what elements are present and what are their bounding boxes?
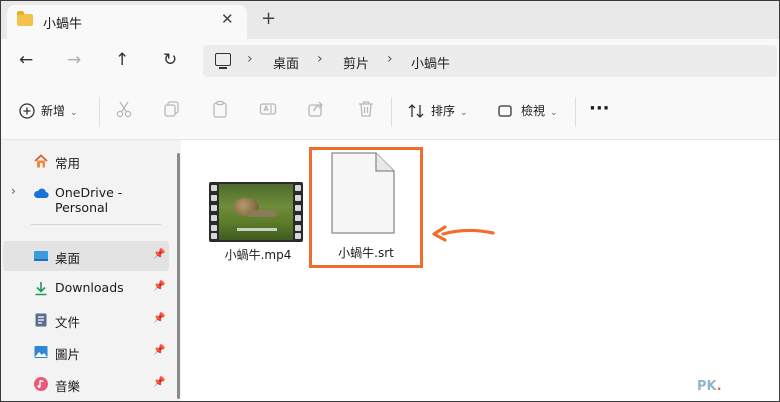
subtitle-file-name[interactable]: 小蝸牛.srt <box>321 244 411 261</box>
sidebar-item-onedrive[interactable]: › OneDrive - Personal <box>1 178 169 215</box>
sidebar-item-label: 文件 <box>55 315 81 330</box>
new-tab-button[interactable]: + <box>261 8 276 29</box>
sort-label: 排序 <box>431 104 456 118</box>
expand-chevron-icon[interactable]: › <box>11 184 16 198</box>
sidebar-scrollbar[interactable] <box>177 153 180 399</box>
copy-icon[interactable] <box>163 100 181 118</box>
desktop-icon <box>34 251 48 261</box>
sidebar-item-label: 音樂 <box>55 379 81 394</box>
view-icon <box>498 105 512 117</box>
navigation-bar: ← → ↑ ↻ › 桌面 › 剪片 › 小蝸牛 <box>1 39 779 83</box>
file-list: 小蝸牛.mp4 小蝸牛.srt <box>181 140 779 401</box>
video-thumbnail <box>209 182 303 242</box>
sidebar-item-label: Downloads <box>55 280 124 295</box>
sidebar-item-home[interactable]: 常用 <box>1 146 169 176</box>
image-icon <box>34 346 48 358</box>
pin-icon[interactable]: 📌 <box>153 345 165 356</box>
tab-current[interactable]: 小蝸牛 ✕ <box>7 5 247 39</box>
breadcrumb-item[interactable]: 小蝸牛 <box>411 53 450 72</box>
watermark-dot: . <box>716 379 722 394</box>
sidebar-item-pictures[interactable]: 圖片 📌 <box>1 337 169 367</box>
cut-icon[interactable] <box>115 100 133 118</box>
chevron-down-icon: ⌄ <box>550 108 558 118</box>
sidebar-item-label: 圖片 <box>55 347 81 362</box>
music-icon <box>34 377 48 391</box>
computer-icon <box>215 53 231 69</box>
rename-icon[interactable] <box>259 100 277 118</box>
more-options-button[interactable]: ··· <box>589 98 610 119</box>
video-file-name[interactable]: 小蝸牛.mp4 <box>199 246 317 263</box>
sidebar-item-desktop[interactable]: 桌面 📌 <box>3 241 169 271</box>
breadcrumb-separator: › <box>317 51 323 67</box>
chevron-down-icon: ⌄ <box>460 108 468 118</box>
close-tab-icon[interactable]: ✕ <box>221 10 234 28</box>
address-bar[interactable]: › 桌面 › 剪片 › 小蝸牛 <box>203 45 777 77</box>
breadcrumb-separator: › <box>247 51 253 67</box>
watermark-logo: PK. <box>697 379 722 394</box>
paste-icon[interactable] <box>211 100 229 118</box>
sidebar-item-documents[interactable]: 文件 📌 <box>1 305 169 335</box>
divider <box>99 97 100 127</box>
share-icon[interactable] <box>307 100 325 118</box>
new-button[interactable]: 新增 ⌄ <box>19 102 78 119</box>
pin-icon[interactable]: 📌 <box>153 377 165 388</box>
download-icon <box>35 282 47 296</box>
up-button[interactable]: ↑ <box>115 50 129 70</box>
pin-icon[interactable]: 📌 <box>153 313 165 324</box>
watermark-text: PK <box>697 379 717 394</box>
divider <box>575 97 576 127</box>
navigation-pane: 常用 › OneDrive - Personal 桌面 📌 Downloads … <box>1 140 181 401</box>
new-label: 新增 <box>41 104 66 118</box>
pointer-arrow-icon <box>432 225 495 242</box>
add-icon <box>19 103 35 119</box>
breadcrumb-item[interactable]: 桌面 <box>273 53 299 72</box>
breadcrumb-separator: › <box>387 51 393 67</box>
home-icon <box>34 154 48 168</box>
snail-thumbnail-image <box>219 184 293 240</box>
sidebar-item-label: 桌面 <box>55 251 81 266</box>
command-toolbar: 新增 ⌄ 排序 ⌄ 檢視 ⌄ ··· <box>1 83 779 140</box>
tab-bar: 小蝸牛 ✕ + <box>1 1 779 39</box>
pin-icon[interactable]: 📌 <box>153 281 165 292</box>
cloud-icon <box>34 188 49 199</box>
sidebar-item-label: 常用 <box>55 156 81 171</box>
document-icon <box>35 313 47 327</box>
chevron-down-icon: ⌄ <box>70 108 78 118</box>
file-explorer-window: 小蝸牛 ✕ + ← → ↑ ↻ › 桌面 › 剪片 › 小蝸牛 新增 ⌄ 排序 … <box>0 0 780 402</box>
refresh-button[interactable]: ↻ <box>163 50 177 70</box>
forward-button[interactable]: → <box>67 50 81 70</box>
video-file-item[interactable] <box>209 182 303 244</box>
divider <box>391 97 392 127</box>
sidebar-divider <box>31 224 161 225</box>
sort-button[interactable]: 排序 ⌄ <box>407 102 468 119</box>
sidebar-item-music[interactable]: 音樂 📌 <box>1 369 169 399</box>
back-button[interactable]: ← <box>19 50 33 70</box>
sort-icon <box>408 104 424 118</box>
view-button[interactable]: 檢視 ⌄ <box>497 102 558 119</box>
delete-icon[interactable] <box>357 100 375 118</box>
blank-document-icon[interactable] <box>331 152 395 234</box>
sidebar-item-downloads[interactable]: Downloads 📌 <box>1 273 169 303</box>
breadcrumb-item[interactable]: 剪片 <box>343 53 369 72</box>
tab-title: 小蝸牛 <box>43 17 83 32</box>
folder-icon <box>17 11 33 26</box>
pin-icon[interactable]: 📌 <box>153 249 165 260</box>
view-label: 檢視 <box>521 104 546 118</box>
sidebar-item-label: OneDrive - Personal <box>55 185 123 215</box>
